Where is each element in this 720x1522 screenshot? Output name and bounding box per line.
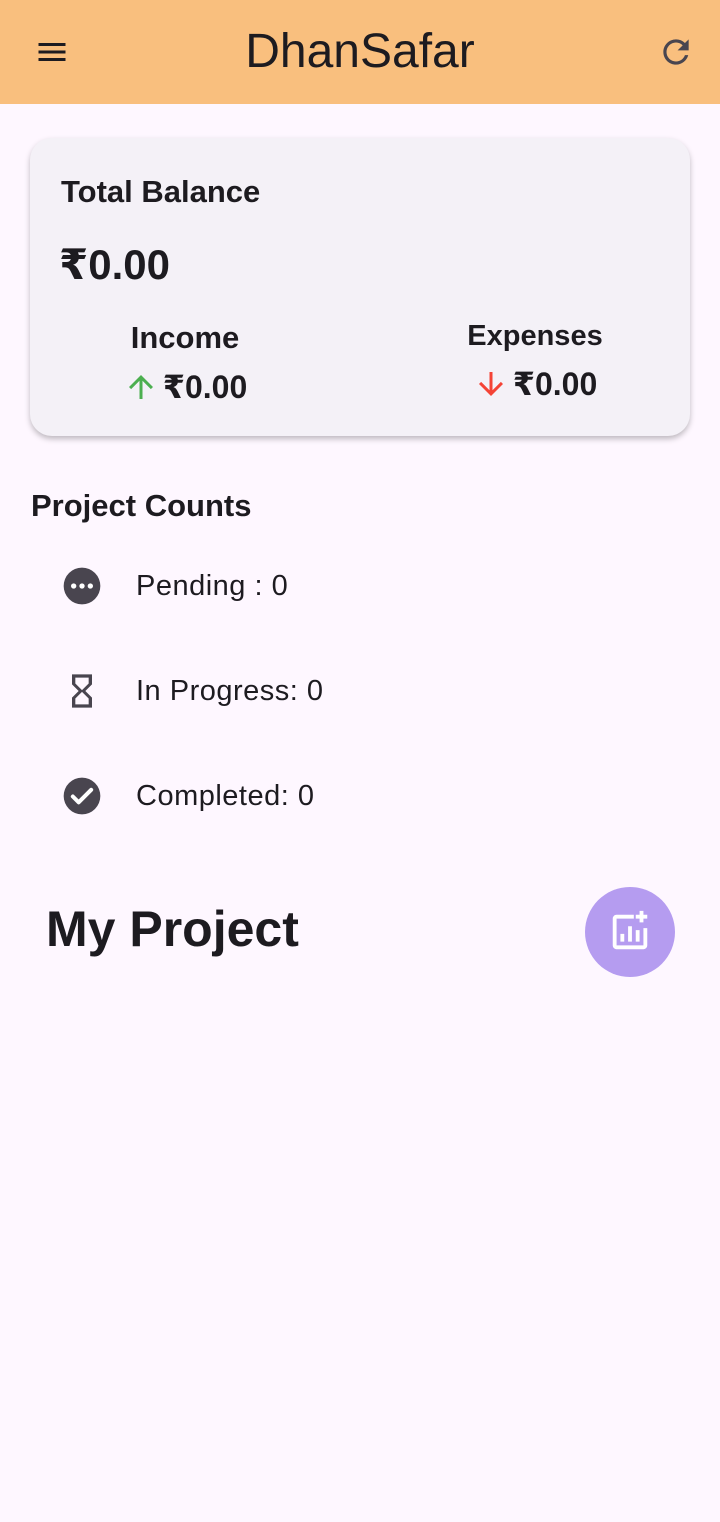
more-horiz-circle-icon (63, 567, 101, 605)
add-project-button[interactable] (585, 887, 675, 977)
count-row-completed: Completed: 0 (0, 748, 720, 838)
total-balance-label: Total Balance (61, 174, 261, 209)
count-row-pending: Pending : 0 (0, 538, 720, 628)
total-balance-amount: ₹0.00 (59, 241, 170, 288)
project-counts-title: Project Counts (31, 488, 252, 523)
arrow-down-icon (478, 372, 503, 396)
refresh-button[interactable] (648, 28, 704, 76)
hourglass-icon (72, 674, 92, 708)
expenses-label: Expenses (467, 320, 603, 352)
expenses-amount: ₹0.00 (512, 366, 598, 402)
check-circle-icon (63, 777, 101, 815)
count-row-in-progress: In Progress: 0 (0, 643, 720, 733)
income-summary: Income ₹0.00 (65, 320, 305, 406)
balance-card: Total Balance ₹0.00 Income ₹0.00 Expense… (30, 138, 690, 436)
income-label: Income (130, 320, 240, 355)
in-progress-count: In Progress: 0 (136, 675, 324, 707)
add-chart-icon (612, 910, 648, 950)
app-bar: DhanSafar (0, 0, 720, 104)
expenses-summary: Expenses ₹0.00 (415, 320, 655, 403)
arrow-up-icon (128, 375, 153, 399)
pending-count: Pending : 0 (136, 570, 289, 602)
completed-count: Completed: 0 (136, 780, 315, 812)
my-project-title: My Project (46, 901, 299, 957)
income-amount: ₹0.00 (162, 369, 248, 405)
app-title: DhanSafar (245, 25, 475, 78)
refresh-icon (663, 39, 689, 65)
